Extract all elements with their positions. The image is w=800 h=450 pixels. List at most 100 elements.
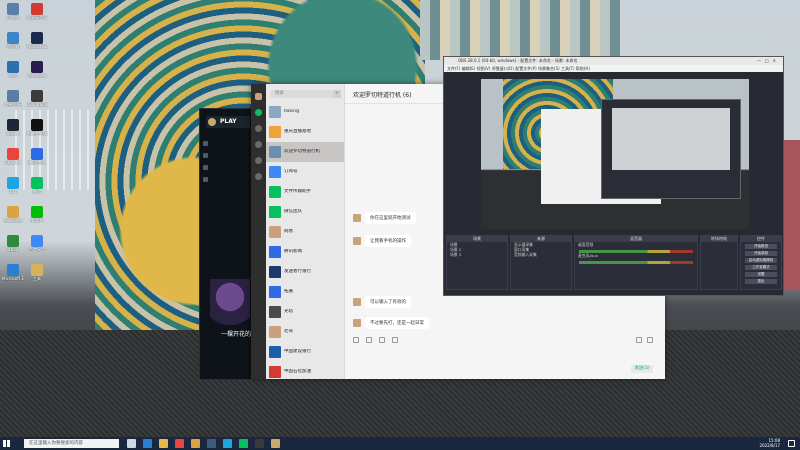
conversation-item[interactable]: 腾讯新闻 — [266, 242, 344, 262]
system-clock[interactable]: 15:08 2022/8/17 — [759, 438, 780, 448]
window-controls: —□✕ — [757, 57, 780, 65]
maximize-icon[interactable]: □ — [765, 58, 773, 63]
obs-menubar[interactable]: 文件(F) 编辑(E) 视图(V) 停靠窗口(D) 配置文件(P) 场景集合(S… — [444, 65, 783, 72]
conversation-text: tisking — [284, 109, 299, 115]
notification-icon[interactable] — [788, 440, 795, 447]
conversation-item[interactable]: 欢迎罗切特道行机 — [266, 142, 344, 162]
sender-avatar[interactable] — [353, 298, 361, 306]
scissors-icon[interactable] — [378, 337, 385, 343]
studio-mode-button[interactable]: 工作室模式 — [745, 265, 777, 270]
message-bubble: 可以输入了有效的 — [365, 296, 411, 308]
favorites-tab-icon[interactable] — [255, 141, 262, 148]
taskbar-search-input[interactable]: 在这里输入你要搜索的内容 — [24, 439, 119, 448]
desktop-icon[interactable]: Xbox — [2, 235, 24, 252]
conversation-item[interactable]: 中国建设银行 — [266, 342, 344, 362]
conversation-item[interactable]: 订阅号 — [266, 162, 344, 182]
taskbar-chrome-icon[interactable] — [175, 439, 184, 448]
my-avatar[interactable] — [255, 93, 262, 100]
desktop-icon[interactable]: 网易云音乐 — [26, 3, 48, 20]
conversation-item[interactable]: 光塔 — [266, 302, 344, 322]
taskbar-league-icon[interactable] — [271, 439, 280, 448]
desktop-icon[interactable]: OBS Studio — [26, 90, 48, 107]
sender-avatar[interactable] — [353, 237, 361, 245]
conversation-item[interactable]: 拓展 — [266, 282, 344, 302]
desktop-icon[interactable]: 工具 — [26, 264, 48, 281]
video-call-icon[interactable] — [647, 337, 653, 343]
taskbar-steam-icon[interactable] — [207, 439, 216, 448]
sender-avatar[interactable] — [353, 214, 361, 222]
taskbar-wegame-icon[interactable] — [191, 439, 200, 448]
desktop-icon[interactable]: 微信 — [26, 177, 48, 194]
contact-name: 微信团队 — [284, 209, 302, 214]
desktop-icon[interactable]: Photoshop — [26, 32, 48, 49]
files-tab-icon[interactable] — [255, 157, 262, 164]
chat-history-icon[interactable] — [391, 337, 398, 343]
virtual-camera-button[interactable]: 启动虚拟摄像机 — [745, 258, 777, 263]
moments-tab-icon[interactable] — [255, 173, 262, 180]
desktop-icon[interactable]: WeGame — [2, 206, 24, 223]
settings-button[interactable]: 设置 — [745, 272, 777, 277]
conversation-item[interactable]: 重庆直播基地 — [266, 122, 344, 142]
send-button[interactable]: 发送(S) — [631, 365, 653, 373]
scene-item[interactable]: 场景 3 — [447, 252, 507, 257]
conversation-item[interactable]: tisking — [266, 102, 344, 122]
conversation-item[interactable]: 老哥 — [266, 322, 344, 342]
desktop-icon[interactable]: Microsoft Edge — [2, 264, 24, 281]
add-chat-button[interactable]: + — [333, 90, 341, 98]
desktop-icon[interactable]: 回收站 — [2, 3, 24, 20]
desktop-icon[interactable]: Chrome — [2, 148, 24, 165]
nav-profile-icon[interactable] — [203, 153, 208, 158]
desktop-icon[interactable]: 此电脑 — [2, 32, 24, 49]
controls-dock: 控件 开始推流 开始录制 启动虚拟摄像机 工作室模式 设置 退出 — [740, 235, 782, 290]
taskbar-explorer-icon[interactable] — [159, 439, 168, 448]
nav-home-icon[interactable] — [203, 141, 208, 146]
desktop-icon[interactable]: Steam — [2, 119, 24, 136]
desktop-icon[interactable]: 剪映专业版 — [26, 119, 48, 136]
desktop-icon[interactable]: 腾讯会议 — [26, 148, 48, 165]
play-button[interactable]: PLAY — [206, 116, 250, 128]
source-item[interactable]: 音频输入采集 — [511, 252, 571, 257]
conversation-item[interactable]: 文件传输助手 — [266, 182, 344, 202]
taskbar-task-view-icon[interactable] — [127, 439, 136, 448]
start-streaming-button[interactable]: 开始推流 — [745, 244, 777, 249]
conversation-item[interactable]: 中国石化加油 — [266, 362, 344, 382]
conversation-item[interactable]: 发送者行银行 — [266, 262, 344, 282]
desktop-icon[interactable]: 爱奇艺 — [26, 206, 48, 223]
transitions-title: 转场特效 — [701, 236, 737, 242]
app-icon — [31, 119, 43, 131]
desktop-icon[interactable]: QQ — [2, 177, 24, 194]
desktop-icon-label: 工具 — [33, 276, 41, 281]
taskbar-edge-icon[interactable] — [143, 439, 152, 448]
audio-meter[interactable] — [579, 261, 693, 264]
desktop-icon[interactable]: 网络 — [2, 61, 24, 78]
nav-collection-icon[interactable] — [203, 165, 208, 170]
game-launcher-window[interactable]: PLAY 一棵开花的 — [199, 108, 257, 380]
start-recording-button[interactable]: 开始录制 — [745, 251, 777, 256]
taskbar-wechat-icon[interactable] — [239, 439, 248, 448]
desktop-icon-label: 腾讯会议 — [29, 160, 45, 165]
desktop-icon[interactable]: 控制面板 — [2, 90, 24, 107]
audio-meter[interactable] — [579, 250, 693, 253]
contacts-tab-icon[interactable] — [255, 125, 262, 132]
conversation-item[interactable]: 微信团队 — [266, 202, 344, 222]
sender-avatar[interactable] — [353, 319, 361, 327]
obs-preview[interactable] — [481, 79, 749, 229]
desktop-icon[interactable]: Premiere — [26, 61, 48, 78]
minimize-icon[interactable]: — — [757, 58, 765, 63]
exit-button[interactable]: 退出 — [745, 279, 777, 284]
conversation-item[interactable]: 网易 — [266, 222, 344, 242]
voice-call-icon[interactable] — [636, 337, 642, 343]
obs-window[interactable]: OBS 28.0.1 (64-bit, windows) - 配置文件: 未命名… — [443, 56, 784, 296]
close-icon[interactable]: ✕ — [773, 58, 780, 63]
contact-name: 文件传输助手 — [284, 189, 311, 194]
nav-store-icon[interactable] — [203, 177, 208, 182]
emoji-icon[interactable] — [353, 337, 359, 343]
chat-search-input[interactable]: 搜索 + — [270, 90, 341, 98]
chat-tab-icon[interactable] — [255, 109, 262, 116]
taskbar-qq-icon[interactable] — [223, 439, 232, 448]
desktop-icon[interactable]: 百度网盘 — [26, 235, 48, 252]
clock-date: 2022/8/17 — [759, 443, 780, 448]
taskbar-obs-icon[interactable] — [255, 439, 264, 448]
windows-start-icon[interactable] — [3, 440, 10, 447]
file-icon[interactable] — [365, 337, 372, 343]
